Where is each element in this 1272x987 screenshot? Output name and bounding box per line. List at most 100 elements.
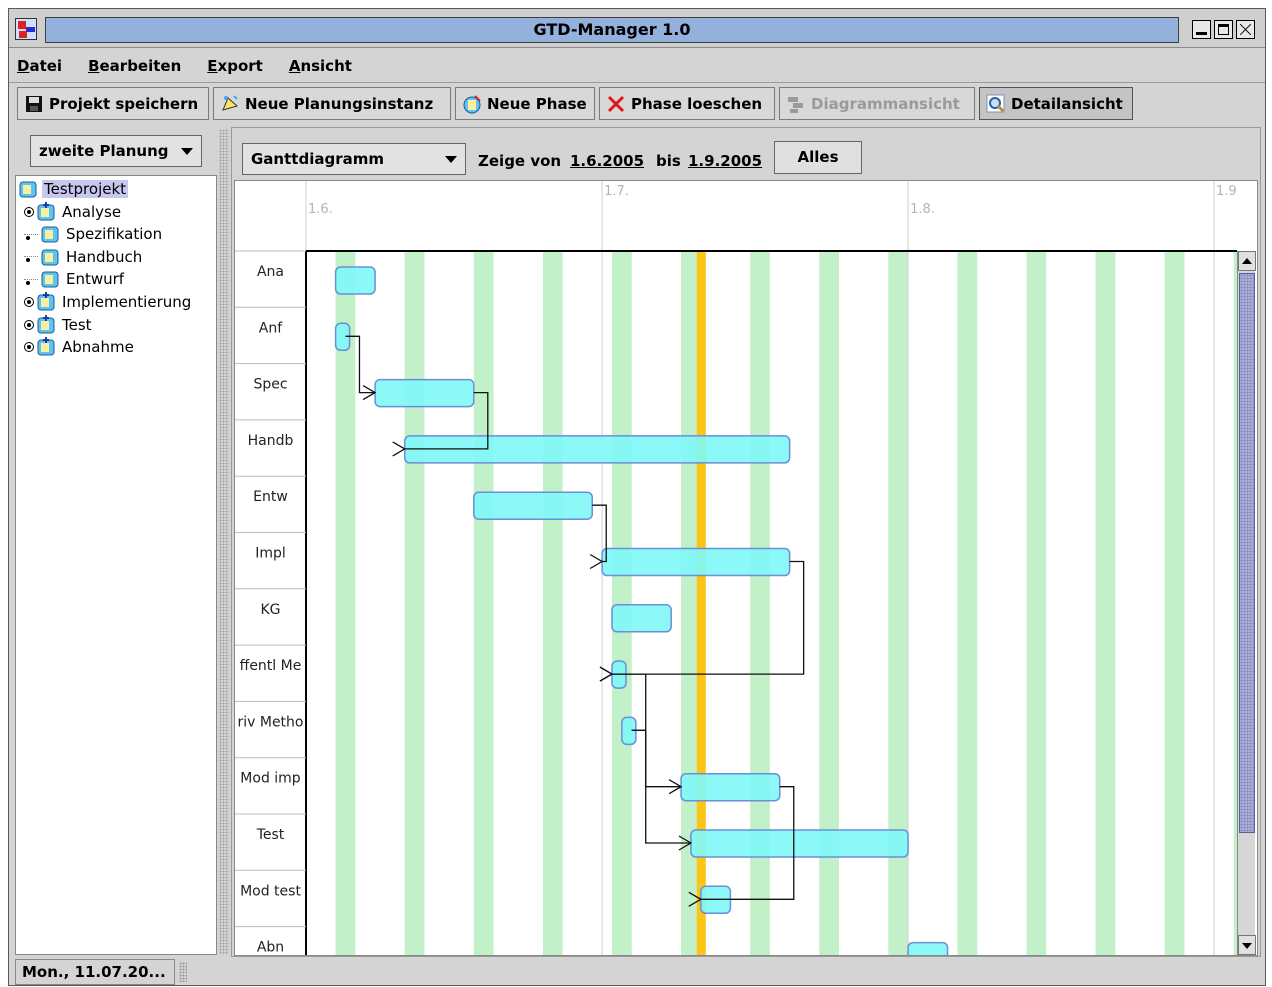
view-type-value: Ganttdiagramm — [251, 150, 384, 168]
tree-item[interactable]: Abnahme — [24, 336, 136, 358]
phase-bar[interactable] — [601, 547, 791, 577]
toolbar: Projekt speichern Neue Planungsinstanz N… — [9, 84, 1265, 124]
project-panel: zweite Planung Testprojekt Analyse Spezifi… — [15, 129, 217, 955]
phase-bar[interactable] — [690, 829, 909, 858]
expand-handle-icon[interactable] — [24, 342, 34, 353]
tree-item[interactable]: Implementierung — [24, 291, 193, 313]
weekend-stripe — [611, 251, 632, 955]
month-label: 1.6. — [308, 202, 333, 217]
phase-icon — [40, 247, 60, 267]
diagram-icon — [786, 94, 806, 114]
phase-row-label: Abn — [257, 940, 284, 956]
tree-item-label: Analyse — [62, 202, 122, 221]
tree-item[interactable]: Handbuch — [24, 246, 144, 268]
weekend-stripe — [957, 251, 978, 955]
new-planning-icon — [220, 94, 240, 114]
phase-bar[interactable] — [374, 378, 475, 408]
window-controls — [1192, 20, 1255, 39]
weekend-stripe — [473, 251, 494, 955]
new-phase-button[interactable]: Neue Phase — [455, 87, 595, 120]
tree-item[interactable]: Testprojekt — [18, 178, 129, 200]
expand-handle-icon[interactable] — [24, 297, 34, 307]
phase-row-label: Anf — [259, 320, 283, 336]
status-date: Mon., 11.07.20... — [15, 959, 175, 985]
weekend-stripe — [542, 251, 563, 955]
show-all-button[interactable]: Alles — [774, 141, 862, 174]
delete-icon — [606, 94, 626, 114]
chart-panel: Ganttdiagramm Zeige von 1.6.2005 bis 1.9… — [231, 127, 1261, 957]
split-pane-divider[interactable] — [219, 129, 229, 955]
gantt-svg: 1.6. 1.7. 1.8. 1.9 Ana Anf Spec Handb Entw Impl KG… — [235, 181, 1237, 956]
close-icon[interactable] — [1236, 20, 1255, 39]
month-label: 1.7. — [604, 184, 629, 199]
tree-item[interactable]: Spezifikation — [24, 223, 164, 245]
menu-bar: Datei Bearbeiten Export Ansicht — [9, 49, 1265, 83]
diagram-view-button[interactable]: Diagrammansicht — [779, 87, 975, 120]
dependency-arrowhead — [392, 441, 406, 457]
dependency-arrowhead — [589, 553, 604, 570]
show-from-label: Zeige von — [478, 152, 562, 170]
project-tree: Testprojekt Analyse Spezifikation Handbuch E… — [15, 175, 217, 955]
menu-export[interactable]: Export — [203, 57, 267, 75]
tree-line — [24, 233, 38, 240]
phase-bar[interactable] — [334, 266, 376, 295]
phase-row-label: Test — [256, 827, 285, 843]
phase-group-icon — [36, 201, 56, 222]
from-date-link[interactable]: 1.6.2005 — [570, 152, 644, 170]
tree-item-label: Spezifikation — [66, 225, 163, 244]
tree-item-label: Abnahme — [62, 338, 134, 357]
menu-bearbeiten[interactable]: Bearbeiten — [84, 57, 185, 75]
expand-handle-icon[interactable] — [24, 319, 34, 330]
detail-view-button[interactable]: Detailansicht — [979, 87, 1133, 120]
tree-item-label: Test — [62, 315, 92, 334]
month-label: 1.8. — [910, 202, 935, 217]
maximize-icon[interactable] — [1214, 20, 1233, 39]
scroll-up-icon[interactable] — [1238, 251, 1256, 271]
weekend-stripe — [335, 251, 356, 955]
weekend-stripe — [1095, 251, 1116, 955]
app-icon[interactable] — [15, 18, 37, 40]
menu-datei[interactable]: Datei — [13, 57, 66, 75]
vertical-scrollbar[interactable] — [1237, 251, 1256, 955]
weekend-stripe — [404, 251, 425, 955]
tree-item[interactable]: Test — [24, 314, 94, 336]
magnifier-icon — [986, 94, 1006, 114]
save-project-button[interactable]: Projekt speichern — [17, 87, 209, 120]
minimize-icon[interactable] — [1192, 20, 1211, 39]
view-type-select[interactable]: Ganttdiagramm — [242, 143, 466, 175]
phase-row-label: Entw — [253, 489, 288, 505]
chevron-down-icon — [181, 148, 193, 155]
new-planning-button[interactable]: Neue Planungsinstanz — [213, 87, 451, 120]
to-date-link[interactable]: 1.9.2005 — [688, 152, 762, 170]
tree-line — [24, 256, 38, 263]
phase-bar[interactable] — [680, 772, 781, 802]
scroll-down-icon[interactable] — [1238, 935, 1256, 955]
status-grip — [179, 962, 187, 982]
phase-icon — [18, 179, 38, 199]
delete-phase-button[interactable]: Phase loeschen — [599, 87, 775, 120]
diagram-view-label: Diagrammansicht — [811, 94, 960, 113]
detail-view-label: Detailansicht — [1011, 94, 1123, 113]
scroll-thumb[interactable] — [1239, 273, 1255, 833]
to-label: bis — [656, 152, 681, 170]
month-label: 1.9 — [1216, 184, 1237, 199]
phase-group-icon — [36, 337, 56, 357]
tree-line — [24, 278, 38, 285]
save-icon — [24, 94, 44, 114]
phase-bar[interactable] — [907, 941, 949, 956]
menu-ansicht[interactable]: Ansicht — [285, 57, 356, 75]
phase-bar[interactable] — [611, 604, 672, 633]
dependency-arrow — [631, 729, 682, 788]
status-bar: Mon., 11.07.20... — [15, 959, 1261, 985]
tree-item[interactable]: Entwurf — [24, 268, 126, 290]
title-bar: GTD-Manager 1.0 — [9, 9, 1265, 48]
phase-row-label: Mod test — [240, 883, 301, 899]
save-project-label: Projekt speichern — [49, 94, 199, 113]
phase-bar[interactable] — [473, 491, 593, 520]
view-controls: Ganttdiagramm Zeige von 1.6.2005 bis 1.9… — [232, 128, 1260, 182]
phase-row-label: ffentl Me — [240, 658, 302, 674]
phase-row-label: riv Metho — [237, 714, 303, 730]
planning-select[interactable]: zweite Planung — [30, 135, 202, 167]
expand-handle-icon[interactable] — [24, 206, 34, 217]
tree-item[interactable]: Analyse — [24, 201, 123, 223]
